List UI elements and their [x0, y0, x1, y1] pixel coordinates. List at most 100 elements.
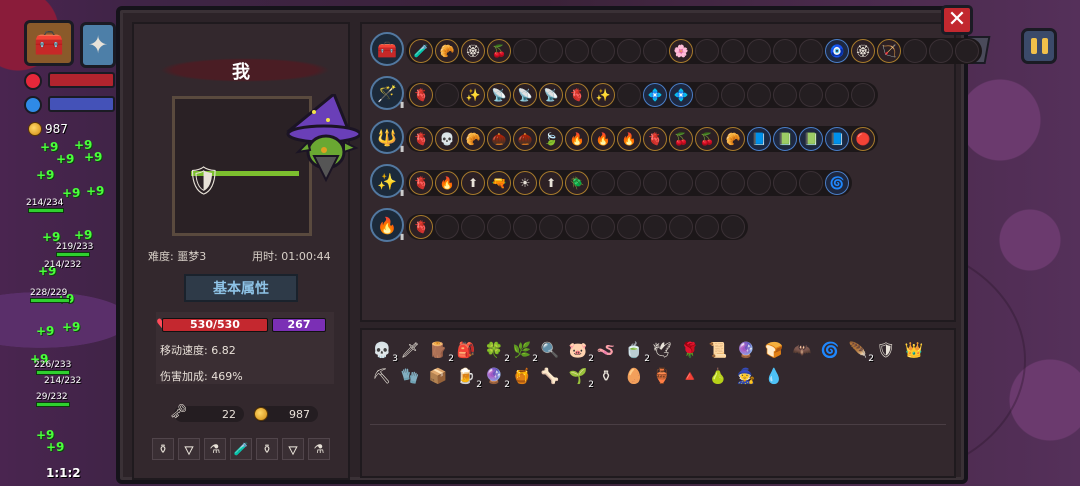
empty-slot[interactable]	[539, 215, 563, 239]
gem-slot[interactable]: 📘	[747, 127, 771, 151]
empty-slot[interactable]	[617, 39, 641, 63]
relic-item[interactable]: 🍵 2	[622, 338, 650, 364]
gem-slot[interactable]: 🥐	[461, 127, 485, 151]
relic-item[interactable]: 💀 3	[370, 338, 398, 364]
gem-slot[interactable]: 📗	[799, 127, 823, 151]
gem-slot[interactable]: 🫀	[409, 127, 433, 151]
empty-slot[interactable]	[851, 83, 875, 107]
gem-slot[interactable]: ☀	[513, 171, 537, 195]
gem-slot[interactable]: 🔥	[591, 127, 615, 151]
empty-slot[interactable]	[617, 171, 641, 195]
relic-item[interactable]: 🍯	[510, 364, 534, 388]
relic-item[interactable]: 🍺 2	[454, 364, 482, 390]
gem-slot[interactable]: 🏵	[851, 39, 875, 63]
relic-item[interactable]: 🔺	[678, 364, 702, 388]
gem-slot[interactable]: 🌰	[487, 127, 511, 151]
empty-slot[interactable]	[721, 171, 745, 195]
gem-slot[interactable]: 🥐	[435, 39, 459, 63]
gem-slot[interactable]: 🍒	[695, 127, 719, 151]
gem-slot[interactable]: 💀	[435, 127, 459, 151]
empty-slot[interactable]	[565, 215, 589, 239]
empty-slot[interactable]	[643, 215, 667, 239]
gem-slot[interactable]: ✨	[591, 83, 615, 107]
relic-item[interactable]: 🔮 2	[482, 364, 510, 390]
empty-slot[interactable]	[617, 215, 641, 239]
relic-item[interactable]: 🦴	[538, 364, 562, 388]
relic-item[interactable]: 🪱	[594, 338, 618, 362]
empty-slot[interactable]	[929, 39, 953, 63]
gem-slot[interactable]: 🔥	[435, 171, 459, 195]
empty-slot[interactable]	[721, 83, 745, 107]
tab-basic-attributes[interactable]: 基本属性	[184, 274, 298, 302]
chest-icon[interactable]: 🧰	[370, 32, 404, 66]
empty-slot[interactable]	[695, 171, 719, 195]
pause-button[interactable]	[1021, 28, 1057, 64]
gem-slot[interactable]: 🫀	[409, 215, 433, 239]
empty-slot[interactable]	[747, 171, 771, 195]
potion-slot[interactable]: 🧪	[230, 438, 252, 460]
relic-item[interactable]: 🍀 2	[482, 338, 510, 364]
gem-slot[interactable]: 🧪	[409, 39, 433, 63]
gem-slot[interactable]: 🏹	[877, 39, 901, 63]
relic-item[interactable]: 🔍	[538, 338, 562, 362]
empty-slot[interactable]	[643, 39, 667, 63]
skill-icon[interactable]: ✦	[80, 22, 116, 68]
empty-slot[interactable]	[721, 39, 745, 63]
relic-item[interactable]: 📜	[706, 338, 730, 362]
gem-slot[interactable]: 🌰	[513, 127, 537, 151]
empty-slot[interactable]	[591, 215, 615, 239]
gem-slot[interactable]: 🫀	[409, 171, 433, 195]
gem-slot[interactable]: ⬆	[539, 171, 563, 195]
scepter-icon[interactable]: 🔱 ▮	[370, 120, 404, 154]
relic-item[interactable]: 🌹	[678, 338, 702, 362]
relic-item[interactable]: 🌿 2	[510, 338, 538, 364]
relic-item[interactable]: 🔮	[734, 338, 758, 362]
gem-slot[interactable]: 🌀	[825, 171, 849, 195]
empty-slot[interactable]	[747, 83, 771, 107]
empty-slot[interactable]	[773, 171, 797, 195]
gem-slot[interactable]: 🔥	[617, 127, 641, 151]
empty-slot[interactable]	[539, 39, 563, 63]
relic-item[interactable]: 🌀	[818, 338, 842, 362]
gem-slot[interactable]: 🌸	[669, 39, 693, 63]
torch-icon[interactable]: 🔥 ▮	[370, 208, 404, 242]
empty-slot[interactable]	[669, 215, 693, 239]
gem-slot[interactable]: 🔫	[487, 171, 511, 195]
relic-item[interactable]: 🍞	[762, 338, 786, 362]
empty-slot[interactable]	[591, 39, 615, 63]
empty-slot[interactable]	[747, 39, 771, 63]
game-speed-label[interactable]: 1:1:2	[46, 466, 81, 480]
relic-item[interactable]: 🗡	[398, 338, 422, 362]
empty-slot[interactable]	[487, 215, 511, 239]
empty-slot[interactable]	[435, 215, 459, 239]
relic-item[interactable]: 💧	[762, 364, 786, 388]
potion-slot[interactable]: ⚱	[256, 438, 278, 460]
gem-slot[interactable]: 🫀	[565, 83, 589, 107]
empty-slot[interactable]	[799, 171, 823, 195]
relic-item[interactable]: 🧙	[734, 364, 758, 388]
empty-slot[interactable]	[565, 39, 589, 63]
empty-slot[interactable]	[461, 215, 485, 239]
relic-item[interactable]: 🕊	[650, 338, 674, 362]
empty-slot[interactable]	[799, 39, 823, 63]
empty-slot[interactable]	[695, 215, 719, 239]
relic-item[interactable]: ⛏	[370, 364, 394, 388]
gem-slot[interactable]: 📡	[513, 83, 537, 107]
empty-slot[interactable]	[435, 83, 459, 107]
relic-item[interactable]: 🏺	[650, 364, 674, 388]
empty-slot[interactable]	[695, 39, 719, 63]
relic-item[interactable]: 🛡	[874, 338, 898, 362]
empty-slot[interactable]	[513, 39, 537, 63]
relic-item[interactable]: 📦	[426, 364, 450, 388]
relic-item[interactable]: 🪵 2	[426, 338, 454, 364]
potion-slot[interactable]: 🜄	[282, 438, 304, 460]
gem-slot[interactable]: 💠	[669, 83, 693, 107]
gem-slot[interactable]: 🧿	[825, 39, 849, 63]
empty-slot[interactable]	[513, 215, 537, 239]
empty-slot[interactable]	[643, 171, 667, 195]
relic-item[interactable]: ⚱	[594, 364, 618, 388]
empty-slot[interactable]	[825, 83, 849, 107]
potion-slot[interactable]: ⚗	[204, 438, 226, 460]
chest-icon[interactable]: 🧰	[24, 20, 74, 66]
gem-slot[interactable]: 🥐	[721, 127, 745, 151]
